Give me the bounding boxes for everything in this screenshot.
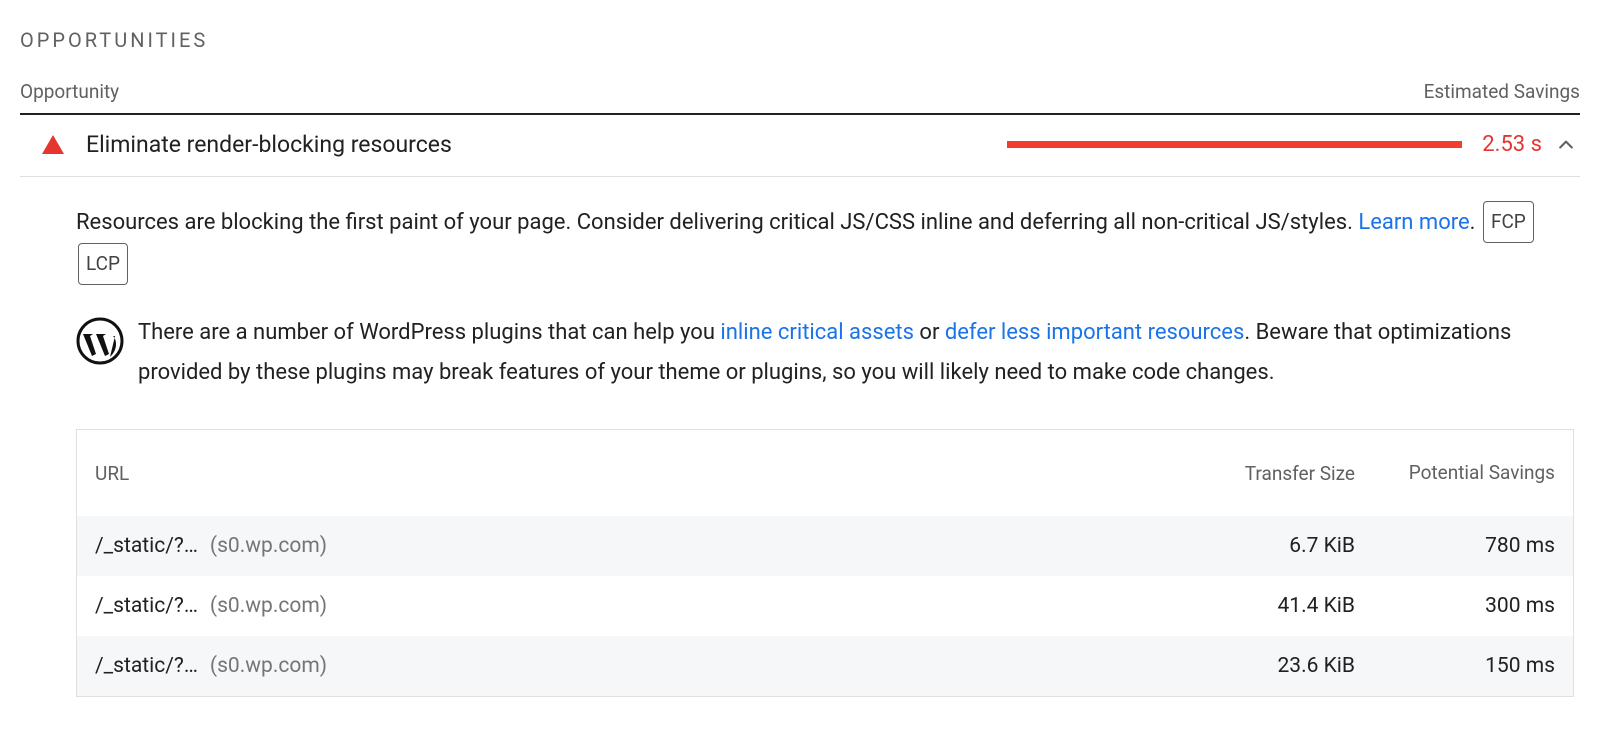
url-host: (s0.wp.com): [210, 534, 327, 558]
table-row: /_static/?… (s0.wp.com) 23.6 KiB150 ms: [77, 636, 1573, 696]
table-row: /_static/?… (s0.wp.com) 6.7 KiB780 ms: [77, 516, 1573, 576]
wordpress-hint: There are a number of WordPress plugins …: [76, 313, 1574, 393]
audit-title: Eliminate render-blocking resources: [86, 131, 452, 158]
cell-url: /_static/?… (s0.wp.com): [95, 534, 1155, 558]
wordpress-hint-text: There are a number of WordPress plugins …: [138, 313, 1574, 393]
opportunities-header: Opportunity Estimated Savings: [20, 80, 1580, 115]
url-path: /_static/?…: [95, 654, 198, 678]
fail-triangle-icon: [42, 135, 64, 154]
audit-savings-value: 2.53 s: [1482, 132, 1542, 157]
wordpress-icon: [76, 317, 124, 365]
cell-potential-savings: 780 ms: [1355, 534, 1555, 558]
badge-fcp: FCP: [1483, 201, 1534, 243]
header-estimated-savings-label: Estimated Savings: [1424, 80, 1580, 103]
resources-table: URL Transfer Size Potential Savings /_st…: [76, 429, 1574, 697]
header-opportunity-label: Opportunity: [20, 80, 119, 103]
link-inline-critical-assets[interactable]: inline critical assets: [720, 320, 914, 345]
table-header: URL Transfer Size Potential Savings: [77, 430, 1573, 516]
url-path: /_static/?…: [95, 534, 198, 558]
audit-description: Resources are blocking the first paint o…: [76, 201, 1574, 285]
cell-transfer-size: 6.7 KiB: [1155, 534, 1355, 558]
cell-potential-savings: 300 ms: [1355, 594, 1555, 618]
audit-description-text: Resources are blocking the first paint o…: [76, 210, 1358, 235]
table-row: /_static/?… (s0.wp.com) 41.4 KiB300 ms: [77, 576, 1573, 636]
col-header-potential-savings: Potential Savings: [1355, 460, 1555, 486]
wp-text-mid: or: [914, 320, 945, 345]
url-path: /_static/?…: [95, 594, 198, 618]
audit-eliminate-render-blocking[interactable]: Eliminate render-blocking resources 2.53…: [20, 115, 1580, 177]
col-header-url: URL: [95, 462, 1155, 485]
section-title-opportunities: OPPORTUNITIES: [20, 20, 1580, 80]
badge-lcp: LCP: [78, 243, 128, 285]
audit-description-post: .: [1470, 210, 1481, 235]
audit-body: Resources are blocking the first paint o…: [20, 177, 1580, 697]
chevron-up-icon[interactable]: [1556, 135, 1576, 155]
url-host: (s0.wp.com): [210, 654, 327, 678]
url-host: (s0.wp.com): [210, 594, 327, 618]
learn-more-link[interactable]: Learn more: [1358, 210, 1469, 235]
audit-savings-bar: [1007, 141, 1462, 148]
cell-transfer-size: 23.6 KiB: [1155, 654, 1355, 678]
wp-text-pre: There are a number of WordPress plugins …: [138, 320, 720, 345]
cell-url: /_static/?… (s0.wp.com): [95, 654, 1155, 678]
cell-url: /_static/?… (s0.wp.com): [95, 594, 1155, 618]
cell-transfer-size: 41.4 KiB: [1155, 594, 1355, 618]
link-defer-less-important[interactable]: defer less important resources: [945, 320, 1244, 345]
cell-potential-savings: 150 ms: [1355, 654, 1555, 678]
col-header-transfer-size: Transfer Size: [1155, 462, 1355, 485]
